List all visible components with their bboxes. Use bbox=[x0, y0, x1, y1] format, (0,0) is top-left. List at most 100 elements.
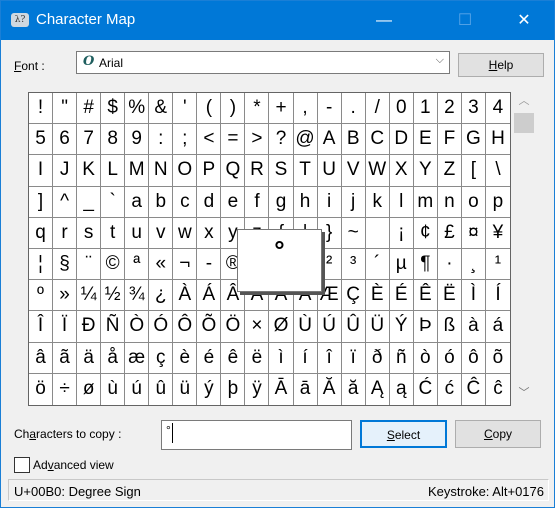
character-cell[interactable]: ¬ bbox=[173, 249, 198, 281]
character-cell[interactable]: Á bbox=[197, 280, 222, 312]
character-cell[interactable]: ð bbox=[365, 342, 390, 374]
character-cell[interactable]: Ā bbox=[269, 373, 294, 405]
character-cell[interactable]: ¥ bbox=[485, 218, 510, 249]
character-cell[interactable]: 2 bbox=[437, 93, 462, 125]
character-cell[interactable]: $ bbox=[101, 93, 126, 125]
character-cell[interactable]: À bbox=[173, 280, 198, 312]
character-cell[interactable]: ¤ bbox=[461, 217, 486, 249]
character-cell[interactable]: H bbox=[485, 124, 510, 156]
minimize-button[interactable]: — bbox=[361, 1, 407, 40]
character-cell[interactable]: « bbox=[149, 249, 174, 281]
character-cell[interactable]: è bbox=[173, 342, 198, 374]
character-cell[interactable]: ò bbox=[413, 342, 438, 374]
character-cell[interactable]: © bbox=[101, 249, 126, 281]
character-cell[interactable]: ~ bbox=[341, 217, 366, 249]
character-cell[interactable]: Þ bbox=[413, 311, 438, 343]
character-cell[interactable]: V bbox=[341, 155, 366, 187]
character-cell[interactable]: Ò bbox=[125, 311, 150, 343]
character-cell[interactable]: Ð bbox=[77, 311, 102, 343]
character-cell[interactable]: ö bbox=[29, 373, 54, 405]
character-cell[interactable]: r bbox=[53, 217, 78, 249]
character-cell[interactable]: ú bbox=[125, 373, 150, 405]
character-cell[interactable]: Ý bbox=[389, 311, 414, 343]
character-cell[interactable]: ´ bbox=[365, 249, 390, 281]
character-cell[interactable]: ô bbox=[461, 342, 486, 374]
character-cell[interactable]: 8 bbox=[101, 124, 126, 156]
character-cell[interactable]: ä bbox=[77, 342, 102, 374]
character-cell[interactable]: h bbox=[293, 186, 318, 218]
character-cell[interactable]: < bbox=[197, 124, 222, 156]
character-cell[interactable]: Q bbox=[221, 155, 246, 187]
character-cell[interactable]: µ bbox=[389, 249, 414, 281]
character-cell[interactable]: ª bbox=[125, 249, 150, 281]
character-cell[interactable]: ï bbox=[341, 342, 366, 374]
character-cell[interactable]: W bbox=[365, 155, 390, 187]
character-cell[interactable]: » bbox=[53, 280, 78, 312]
character-cell[interactable]: x bbox=[197, 217, 222, 249]
character-cell[interactable]: - bbox=[317, 93, 342, 125]
character-cell[interactable]: ) bbox=[221, 93, 246, 125]
character-cell[interactable]: * bbox=[245, 93, 270, 125]
character-cell[interactable]: ¹ bbox=[485, 249, 510, 281]
character-cell[interactable]: ą bbox=[390, 373, 414, 405]
character-cell[interactable]: û bbox=[149, 373, 174, 405]
character-cell[interactable]: ß bbox=[437, 311, 462, 343]
character-cell[interactable]: Ù bbox=[293, 311, 318, 343]
character-cell[interactable]: É bbox=[389, 280, 414, 312]
character-cell[interactable]: E bbox=[413, 124, 438, 156]
character-cell[interactable]: S bbox=[269, 155, 294, 187]
character-cell[interactable]: ā bbox=[294, 373, 318, 405]
character-cell[interactable]: " bbox=[53, 93, 78, 125]
character-cell[interactable]: ç bbox=[149, 342, 174, 374]
character-cell[interactable]: i bbox=[317, 186, 342, 218]
character-cell[interactable]: ĉ bbox=[486, 374, 510, 405]
character-cell[interactable]: s bbox=[77, 217, 102, 249]
character-cell[interactable]: ' bbox=[173, 93, 198, 125]
character-cell[interactable]: J bbox=[53, 155, 78, 187]
character-cell[interactable]: 5 bbox=[29, 124, 54, 156]
character-cell[interactable]: p bbox=[485, 187, 510, 218]
character-cell[interactable]: º bbox=[29, 280, 54, 312]
character-cell[interactable]: í bbox=[293, 342, 318, 374]
grid-scrollbar[interactable]: ︿ ﹀ bbox=[512, 92, 536, 406]
character-cell[interactable]: Y bbox=[413, 155, 438, 187]
character-cell[interactable]: X bbox=[389, 155, 414, 187]
character-cell[interactable]: 1 bbox=[413, 93, 438, 125]
character-cell[interactable]: C bbox=[365, 124, 390, 156]
character-cell[interactable]: Î bbox=[29, 311, 54, 343]
character-cell[interactable]: Ö bbox=[221, 311, 246, 343]
character-cell[interactable]: Ê bbox=[413, 280, 438, 312]
character-cell[interactable]: ¾ bbox=[125, 280, 150, 312]
character-cell[interactable]: ì bbox=[269, 342, 294, 374]
character-cell[interactable]: ¶ bbox=[413, 249, 438, 281]
character-cell[interactable]: ý bbox=[197, 373, 222, 405]
maximize-button[interactable]: ☐ bbox=[442, 1, 488, 40]
character-cell[interactable]: Ć bbox=[414, 373, 438, 405]
character-cell[interactable]: B bbox=[341, 124, 366, 156]
character-cell[interactable]: L bbox=[101, 155, 126, 187]
character-cell[interactable]: Ñ bbox=[101, 311, 126, 343]
character-cell[interactable]: Õ bbox=[197, 311, 222, 343]
character-cell[interactable]: M bbox=[125, 155, 150, 187]
character-cell[interactable]: & bbox=[149, 93, 174, 125]
help-button[interactable]: Help bbox=[458, 53, 544, 77]
character-cell[interactable]: 0 bbox=[389, 93, 414, 125]
character-cell[interactable]: ¢ bbox=[413, 217, 438, 249]
character-cell[interactable]: m bbox=[413, 186, 438, 218]
character-cell[interactable]: Ă bbox=[318, 373, 342, 405]
character-cell[interactable]: â bbox=[29, 342, 54, 374]
character-cell[interactable]: # bbox=[77, 93, 102, 125]
character-cell[interactable]: : bbox=[149, 124, 174, 156]
character-cell[interactable]: ë bbox=[245, 342, 270, 374]
character-cell[interactable]: A bbox=[317, 124, 342, 156]
advanced-view-checkbox[interactable] bbox=[14, 457, 30, 473]
character-cell[interactable]: [ bbox=[461, 155, 486, 187]
character-cell[interactable]: , bbox=[293, 93, 318, 125]
character-cell[interactable]: w bbox=[173, 217, 198, 249]
character-cell[interactable]: U bbox=[317, 155, 342, 187]
character-cell[interactable]: - bbox=[197, 249, 222, 281]
character-cell[interactable]: 6 bbox=[53, 124, 78, 156]
character-cell[interactable]: ¿ bbox=[149, 280, 174, 312]
character-cell[interactable]: t bbox=[101, 217, 126, 249]
character-cell[interactable]: á bbox=[485, 311, 510, 343]
